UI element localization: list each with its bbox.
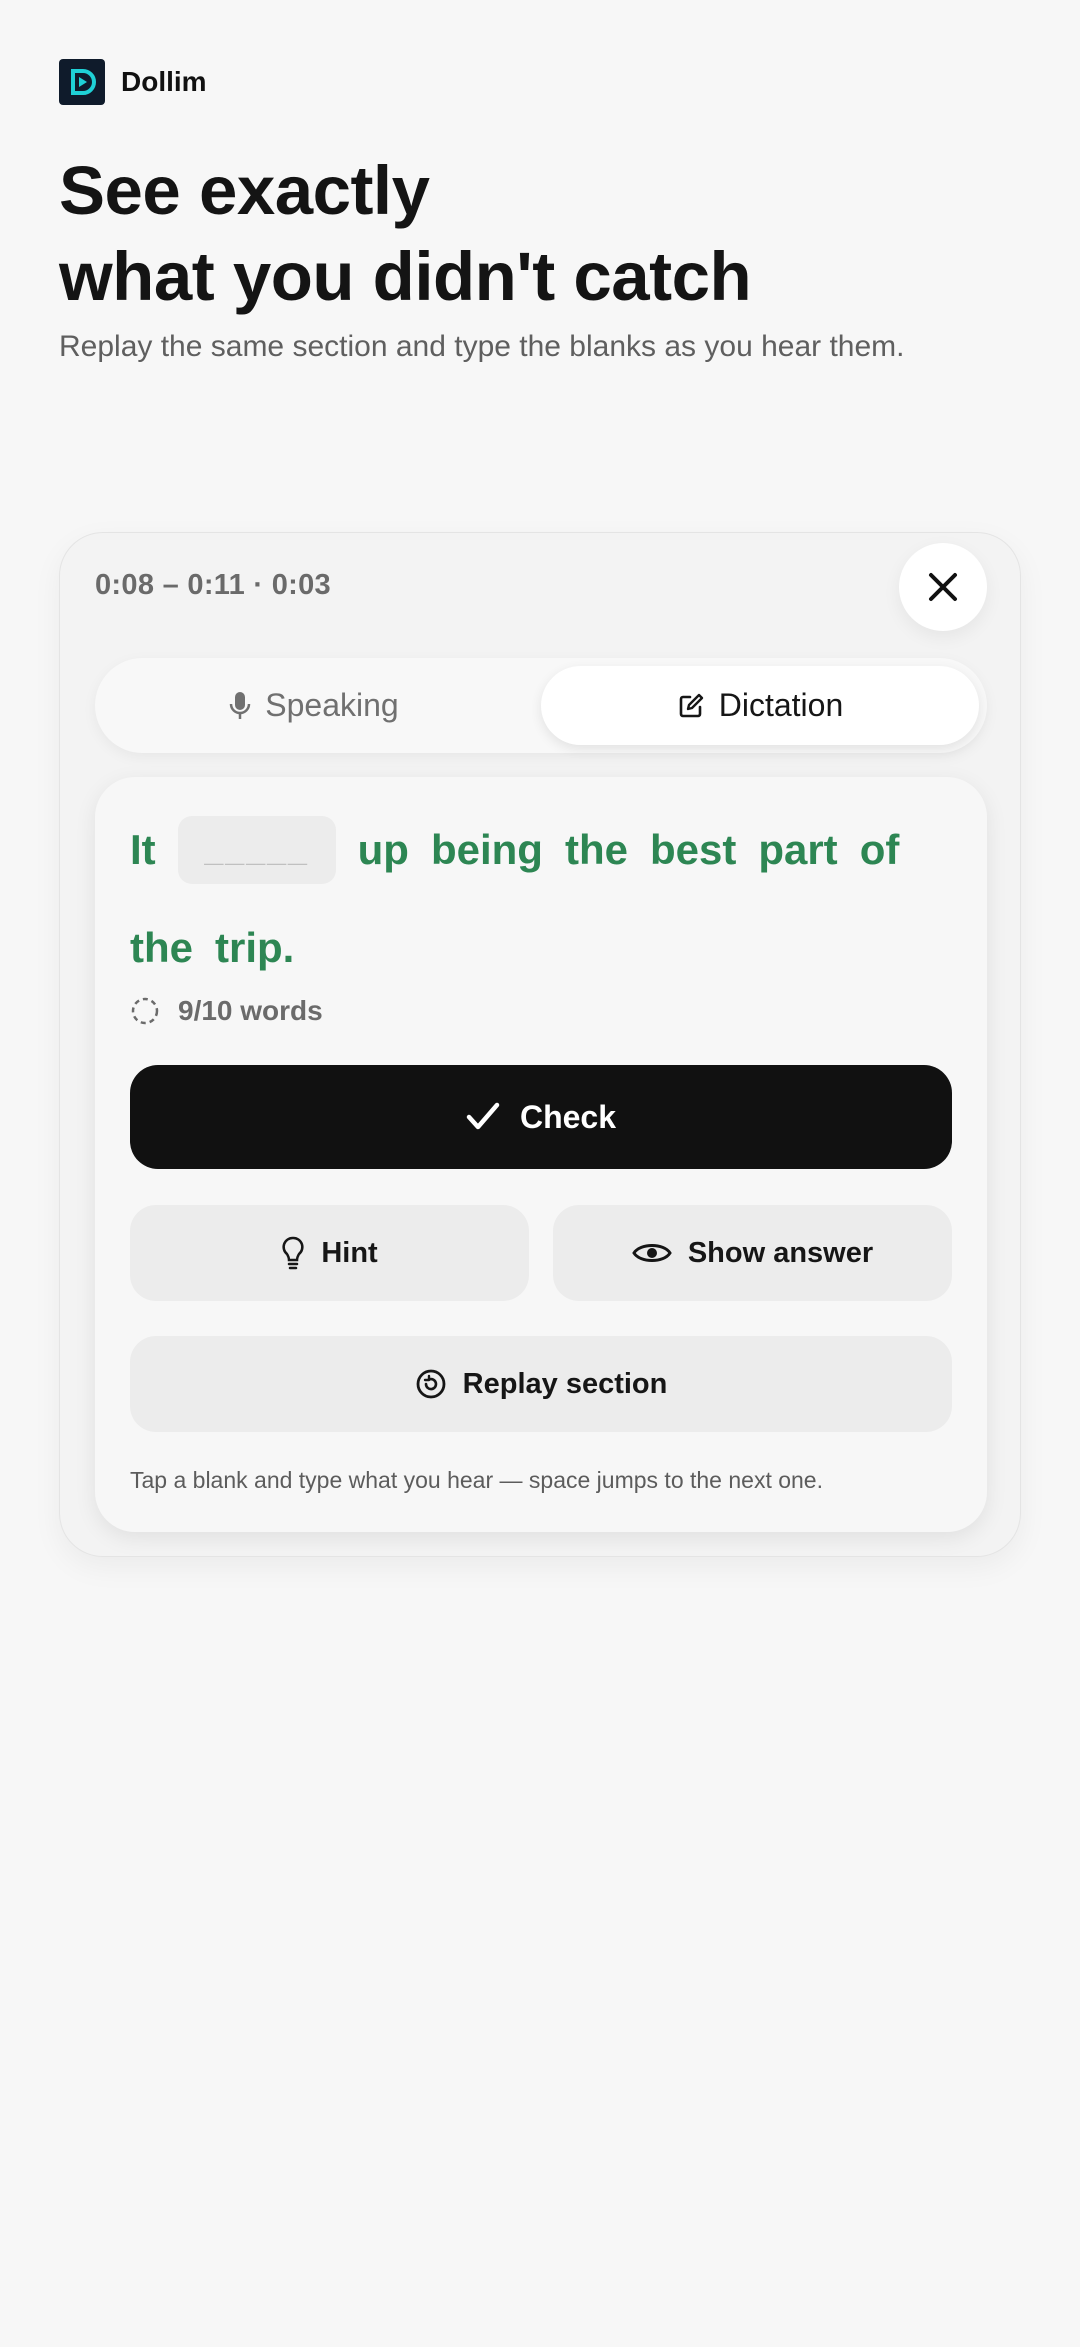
- play-logo-icon: [59, 59, 105, 105]
- word: It: [130, 826, 156, 873]
- check-button[interactable]: Check: [130, 1065, 952, 1169]
- page-subtitle: Replay the same section and type the bla…: [59, 330, 905, 363]
- word: being: [430, 826, 543, 873]
- progress-ring-icon: [131, 997, 159, 1025]
- word: best: [649, 826, 737, 873]
- close-button[interactable]: [899, 543, 987, 631]
- title-line-1: See exactly: [59, 152, 430, 229]
- show-answer-button[interactable]: Show answer: [553, 1205, 952, 1301]
- tab-dictation[interactable]: Dictation: [541, 666, 979, 745]
- word: the: [130, 924, 193, 971]
- tab-speaking[interactable]: Speaking: [95, 658, 533, 753]
- dictation-sentence: It _____ up being the best part of the t…: [130, 801, 960, 997]
- sentence-line-2: the trip.: [130, 899, 960, 997]
- dictation-panel: 0:08 – 0:11 · 0:03 Speaking Dictation It: [59, 532, 1021, 1557]
- word: part: [758, 826, 838, 873]
- lightbulb-icon: [282, 1236, 304, 1270]
- word: of: [859, 826, 900, 873]
- replay-section-button[interactable]: Replay section: [130, 1336, 952, 1432]
- tab-speaking-label: Speaking: [265, 687, 399, 723]
- check-label: Check: [519, 1098, 617, 1135]
- page-title: See exactly what you didn't catch: [59, 148, 752, 320]
- sentence-line-1: It _____ up being the best part of: [130, 801, 960, 899]
- tab-dictation-label: Dictation: [718, 687, 844, 723]
- brand-name: Dollim: [121, 66, 207, 97]
- close-icon: [929, 573, 957, 601]
- word: trip.: [215, 924, 295, 971]
- word-progress: 9/10 words: [130, 995, 323, 1027]
- title-line-2: what you didn't catch: [59, 238, 752, 315]
- brand: Dollim: [59, 59, 207, 105]
- time-range: 0:08 – 0:11 · 0:03: [95, 569, 331, 601]
- edit-icon: [679, 693, 703, 717]
- checkmark-icon: [466, 1102, 500, 1130]
- eye-icon: [632, 1244, 672, 1262]
- replay-label: Replay section: [462, 1367, 668, 1400]
- hint-label: Hint: [321, 1236, 378, 1269]
- progress-text: 9/10 words: [178, 995, 323, 1026]
- word: the: [564, 826, 628, 873]
- replay-icon: [416, 1369, 446, 1399]
- exercise-card: It _____ up being the best part of the t…: [95, 777, 987, 1532]
- microphone-icon: [230, 691, 251, 719]
- hint-button[interactable]: Hint: [130, 1205, 529, 1301]
- instruction-text: Tap a blank and type what you hear — spa…: [130, 1467, 823, 1493]
- show-answer-label: Show answer: [687, 1236, 874, 1269]
- word: up: [357, 826, 409, 873]
- mode-tabs: Speaking Dictation: [95, 658, 987, 753]
- blank-input[interactable]: _____: [177, 816, 336, 884]
